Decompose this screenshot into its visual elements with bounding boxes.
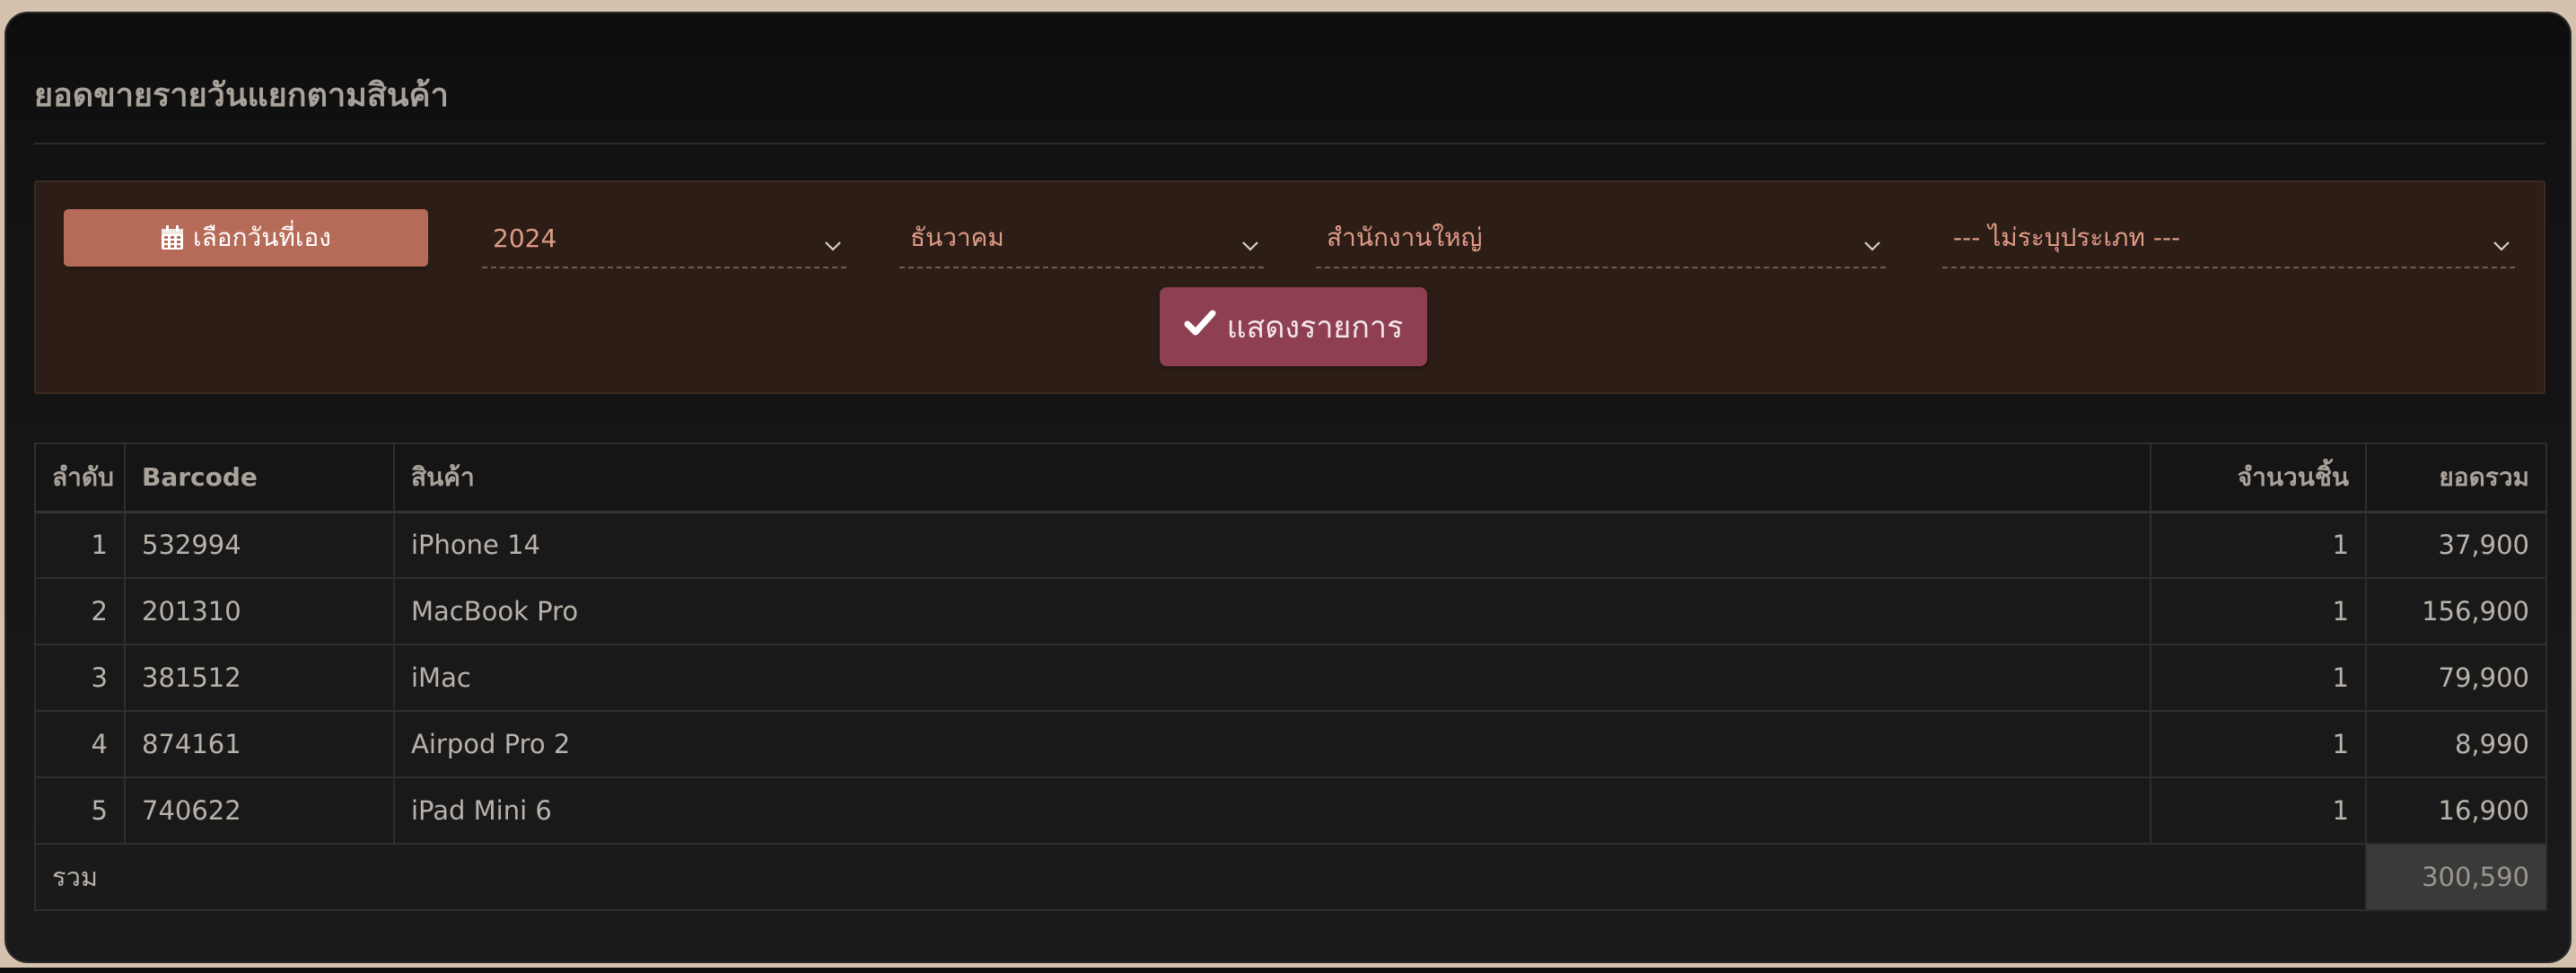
cell-total: 79,900 [2365,644,2547,712]
cell-barcode: 381512 [124,644,395,712]
cell-barcode: 201310 [124,577,395,645]
show-list-label: แสดงรายการ [1226,310,1404,346]
year-value: 2024 [493,223,557,253]
filter-panel: เลือกวันที่เอง 2024 ธันวาคม สำนักงานใหญ่ [34,180,2545,394]
report-card: ยอดขายรายวันแยกตามสินค้า เลือกวันที่เอง … [4,12,2572,963]
cell-total: 37,900 [2365,511,2547,579]
cell-total: 16,900 [2365,776,2547,845]
chevron-down-icon [1240,229,1260,259]
cell-product: iPhone 14 [393,511,2151,579]
cell-product: Airpod Pro 2 [393,710,2151,778]
check-icon [1184,309,1216,346]
branch-value: สำนักงานใหญ่ [1327,223,1483,252]
type-select[interactable]: --- ไม่ระบุประเภท --- [1942,209,2515,268]
cell-no: 3 [34,644,126,712]
branch-select[interactable]: สำนักงานใหญ่ [1316,209,1886,268]
col-header-total: ยอดรวม [2365,443,2547,513]
cell-no: 2 [34,577,126,645]
chevron-down-icon [823,229,843,259]
col-header-barcode: Barcode [124,443,395,513]
cell-product: MacBook Pro [393,577,2151,645]
page-title: ยอดขายรายวันแยกตามสินค้า [34,77,449,114]
title-divider [34,143,2545,145]
table-footer-row: รวม 300,590 [34,843,2547,911]
cell-barcode: 740622 [124,776,395,845]
cell-qty: 1 [2150,710,2367,778]
cell-no: 1 [34,511,126,579]
type-value: --- ไม่ระบุประเภท --- [1953,223,2181,252]
calendar-icon [161,225,184,250]
footer-total-value: 300,590 [2365,843,2547,911]
cell-barcode: 532994 [124,511,395,579]
chevron-down-icon [2492,229,2511,259]
table-row: 3 381512 iMac 1 79,900 [34,644,2547,712]
sales-table: ลำดับ Barcode สินค้า จำนวนชิ้น ยอดรวม 1 … [34,443,2547,911]
pick-date-button[interactable]: เลือกวันที่เอง [64,209,428,267]
cell-no: 5 [34,776,126,845]
month-value: ธันวาคม [910,223,1004,252]
cell-barcode: 874161 [124,710,395,778]
footer-total-label: รวม [34,843,2367,911]
table-header-row: ลำดับ Barcode สินค้า จำนวนชิ้น ยอดรวม [34,443,2547,513]
page-background: ยอดขายรายวันแยกตามสินค้า เลือกวันที่เอง … [0,0,2576,973]
show-list-button[interactable]: แสดงรายการ [1160,287,1427,366]
cell-product: iMac [393,644,2151,712]
cell-total: 8,990 [2365,710,2547,778]
bottom-strip [0,968,2576,973]
col-header-product: สินค้า [393,443,2151,513]
chevron-down-icon [1862,229,1882,259]
pick-date-label: เลือกวันที่เอง [193,223,331,252]
cell-qty: 1 [2150,776,2367,845]
table-row: 5 740622 iPad Mini 6 1 16,900 [34,776,2547,845]
col-header-qty: จำนวนชิ้น [2150,443,2367,513]
cell-qty: 1 [2150,577,2367,645]
cell-qty: 1 [2150,511,2367,579]
cell-qty: 1 [2150,644,2367,712]
month-select[interactable]: ธันวาคม [899,209,1264,268]
table-row: 2 201310 MacBook Pro 1 156,900 [34,577,2547,645]
table-row: 1 532994 iPhone 14 1 37,900 [34,511,2547,579]
cell-no: 4 [34,710,126,778]
table-row: 4 874161 Airpod Pro 2 1 8,990 [34,710,2547,778]
year-select[interactable]: 2024 [482,209,846,268]
cell-total: 156,900 [2365,577,2547,645]
col-header-no: ลำดับ [34,443,126,513]
cell-product: iPad Mini 6 [393,776,2151,845]
